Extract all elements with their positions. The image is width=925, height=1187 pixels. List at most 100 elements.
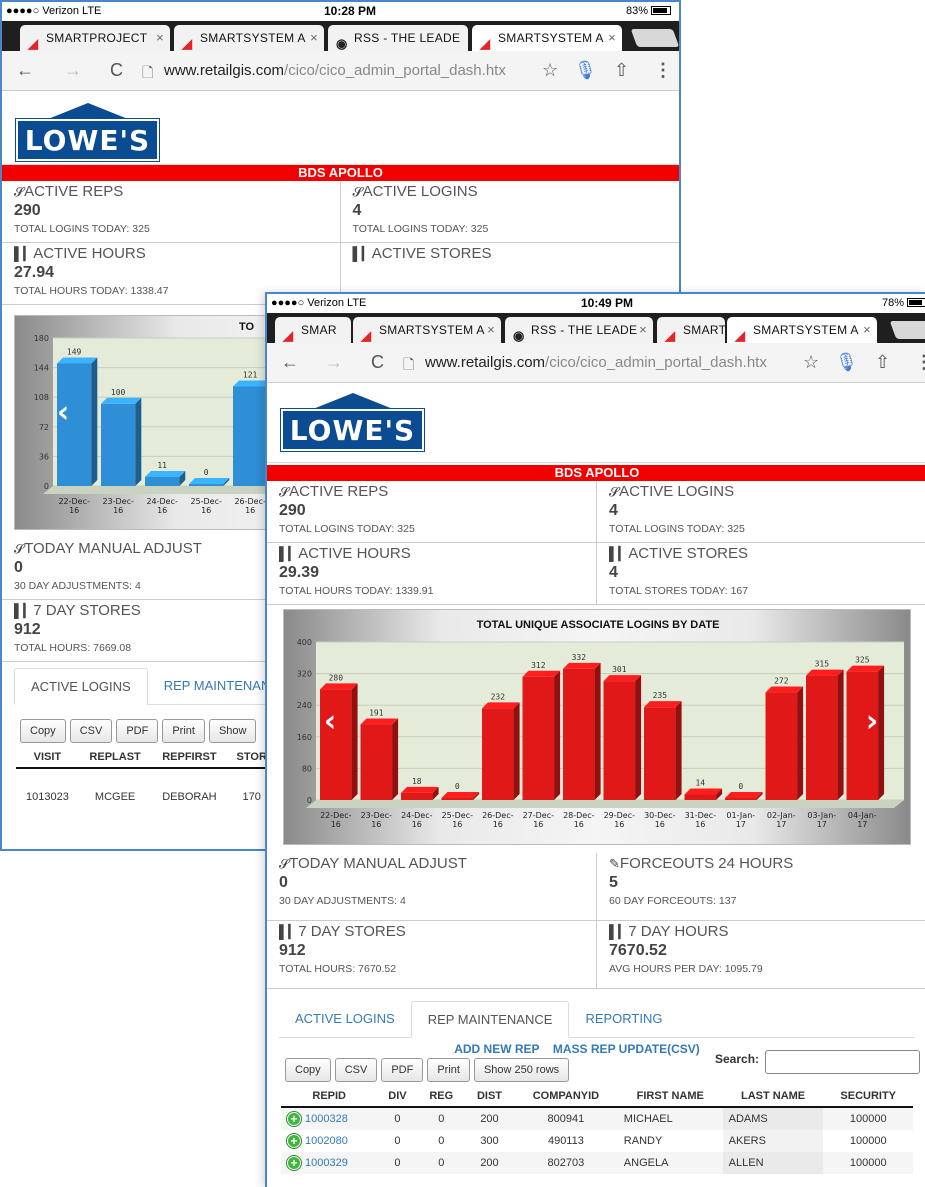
stat-forceouts: ✎FORCEOUTS 24 HOURS 5 60 DAY FORCEOUTS: 13… [597,853,925,921]
address-bar: ← → C 🗋 www.retailgis.com/cico/cico_admi… [267,343,925,383]
bar [189,484,224,486]
data-label: 325 [855,656,870,665]
menu-icon[interactable]: ⋮ [915,352,925,373]
stat-active-logins: 𝓢ACTIVE LOGINS 4 TOTAL LOGINS TODAY: 325 [340,181,679,243]
bar [725,798,757,800]
bar [482,708,514,800]
share-icon[interactable]: ⇧ [614,60,629,81]
bar [233,386,268,486]
expand-row-icon[interactable]: + [287,1112,301,1126]
show-rows-button[interactable]: Show 250 rows [473,1058,570,1082]
tab-active-logins[interactable]: ACTIVE LOGINS [279,1001,411,1037]
copy-button[interactable]: Copy [285,1058,331,1082]
bar-chart-icon: ▌▎ [279,546,299,561]
bar-side [878,665,885,800]
browser-tab-active[interactable]: ◢ SMARTSYSTEM A × [472,25,622,51]
expand-row-icon[interactable]: + [287,1156,301,1170]
bar-chart-icon: ▌▎ [14,603,34,618]
bar [441,798,474,800]
x-tick-label: 04-Jan- [848,811,877,820]
front-screenshot: ●●●●○ Verizon LTE 10:49 PM 78% ◢ SMAR ◢ SM… [265,292,925,1187]
bar-top [101,397,142,404]
y-tick-label: 240 [297,701,312,710]
bar-side [837,669,844,800]
x-tick-label: 16 [574,820,584,829]
table-row: +1000329 0 0 200 802703 ANGELA ALLEN 100000 [281,1152,913,1174]
data-label: 18 [412,777,422,786]
x-tick-label: 28-Dec- [563,811,595,820]
reload-icon[interactable]: C [110,60,123,81]
microphone-icon[interactable]: 🎙 [835,352,858,373]
copy-button[interactable]: Copy [20,719,66,743]
browser-tab[interactable]: ◉ RSS - THE LEADE × [505,317,653,343]
browser-tab[interactable]: ◉ RSS - THE LEADE [328,25,468,51]
y-tick-label: 0 [44,482,49,491]
logo-area: LOWE'S [2,91,679,165]
new-tab-button[interactable] [889,321,925,339]
forward-arrow-icon[interactable]: → [325,352,343,373]
bar [603,681,636,800]
browser-tab[interactable]: ◢ SMARTSYSTEM A × [353,317,501,343]
menu-icon[interactable]: ⋮ [654,60,672,81]
reload-icon[interactable]: C [371,352,384,373]
tab-rep-maintenance[interactable]: REP MAINTENANCE [410,1001,570,1038]
tab-favicon-icon: ◢ [361,328,372,343]
page-icon: 🗋 [142,64,154,80]
data-label: 232 [491,692,506,701]
logo-roof-icon [313,393,393,409]
x-tick-label: 24-Dec- [146,497,178,506]
bar [644,707,676,800]
link-icon: 𝓢 [14,184,25,199]
search-input[interactable] [765,1050,920,1074]
pdf-button[interactable]: PDF [116,719,159,743]
print-button[interactable]: Print [162,719,205,743]
tab-active-logins[interactable]: ACTIVE LOGINS [14,668,148,705]
pdf-button[interactable]: PDF [381,1058,424,1082]
back-arrow-icon[interactable]: ← [281,352,299,373]
expand-row-icon[interactable]: + [287,1134,301,1148]
rss-favicon-icon: ◉ [513,328,525,343]
page-icon: 🗋 [403,356,415,372]
carrier-label: ●●●●○ Verizon LTE [6,5,102,17]
browser-tab[interactable]: ◢ SMARTSYSTEM A × [174,25,324,51]
clock: 10:49 PM [581,296,634,310]
tab-favicon-icon: ◢ [28,36,39,51]
x-tick-label: 02-Jan- [767,811,796,820]
mass-rep-update-link[interactable]: MASS REP UPDATE(CSV) [553,1042,700,1056]
url-field[interactable]: www.retailgis.com/cico/cico_admin_portal… [425,354,767,371]
bar-side [91,357,98,486]
x-tick-label: 01-Jan- [726,811,755,820]
add-new-rep-link[interactable]: ADD NEW REP [454,1042,539,1056]
x-tick-label: 30-Dec- [644,811,676,820]
browser-tab-active[interactable]: ◢ SMARTSYSTEM A × [727,317,877,343]
print-button[interactable]: Print [427,1058,470,1082]
share-icon[interactable]: ⇧ [875,352,890,373]
back-arrow-icon[interactable]: ← [16,60,34,81]
browser-tab[interactable]: ◢ SMART [657,317,725,343]
bar-side [797,686,804,800]
bar-side [554,670,561,800]
x-tick-label: 16 [69,506,79,515]
tab-reporting[interactable]: REPORTING [569,1001,678,1037]
url-field[interactable]: www.retailgis.com/cico/cico_admin_portal… [164,62,506,79]
bar [684,794,717,800]
x-tick-label: 16 [113,506,123,515]
new-tab-button[interactable] [630,29,679,47]
banner-title: BDS APOLLO [2,165,679,181]
star-icon[interactable]: ☆ [803,352,819,373]
forward-arrow-icon[interactable]: → [64,60,82,81]
csv-button[interactable]: CSV [334,1058,378,1082]
star-icon[interactable]: ☆ [542,60,558,81]
x-tick-label: 24-Dec- [401,811,433,820]
bar [522,676,555,800]
stat-active-hours: ▌▎ACTIVE HOURS 29.39 TOTAL HOURS TODAY: 13… [267,543,597,605]
microphone-icon[interactable]: 🎙 [574,60,597,81]
x-tick-label: 16 [371,820,381,829]
bar-top [482,702,520,709]
data-label: 301 [612,665,627,674]
tab-favicon-icon: ◢ [480,36,491,51]
browser-tab[interactable]: ◢ SMAR [275,317,351,343]
show-rows-button[interactable]: Show [208,719,257,743]
csv-button[interactable]: CSV [69,719,113,743]
browser-tab[interactable]: ◢ SMARTPROJECT × [20,25,170,51]
